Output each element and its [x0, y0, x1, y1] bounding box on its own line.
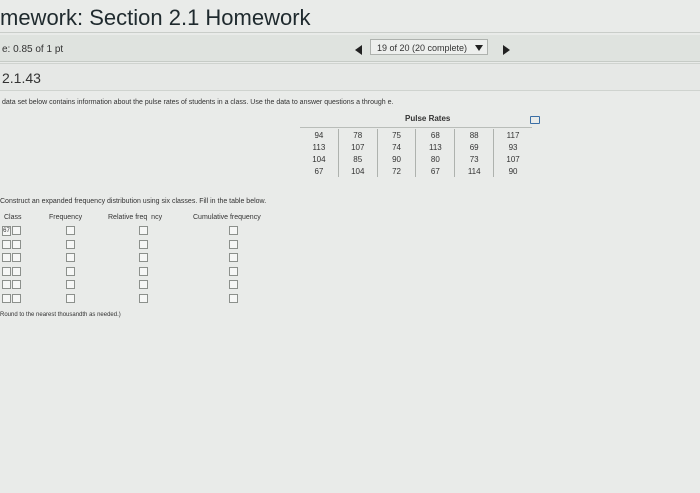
pulse-rates-table: 94 78 75 68 88 117 113 107 74 113 69 93 … — [300, 129, 532, 177]
question-selector[interactable]: 19 of 20 (20 complete) — [370, 39, 488, 55]
class-upper-input[interactable] — [12, 253, 21, 262]
table-cell: 117 — [506, 130, 520, 140]
frequency-input[interactable] — [66, 253, 75, 262]
part-instruction: Construct an expanded frequency distribu… — [0, 198, 267, 205]
table-row: 104 85 90 80 73 107 — [300, 153, 532, 165]
class-lower-input[interactable] — [2, 240, 11, 249]
previous-question-icon[interactable] — [355, 45, 362, 55]
relative-frequency-input[interactable] — [139, 240, 148, 249]
class-lower-input[interactable] — [2, 253, 11, 262]
relative-frequency-input[interactable] — [139, 253, 148, 262]
table-row: 94 78 75 68 88 117 — [300, 129, 532, 141]
next-question-icon[interactable] — [503, 45, 510, 55]
table-cell: 67 — [300, 165, 339, 177]
column-header-frequency: Frequency — [49, 214, 83, 221]
table-cell: 67 — [415, 165, 456, 177]
cumulative-frequency-input[interactable] — [229, 280, 238, 289]
rounding-footnote: Round to the nearest thousandth as neede… — [0, 312, 121, 318]
relative-frequency-input[interactable] — [139, 267, 148, 276]
table-cell: 107 — [338, 141, 378, 153]
class-upper-input[interactable] — [12, 226, 21, 235]
table-row: 67 104 72 67 114 90 — [300, 165, 532, 177]
table-cell: 69 — [454, 141, 495, 153]
pulse-table-title: Pulse Rates — [405, 114, 451, 123]
column-header-cumulative-frequency: Cumulative frequency — [193, 214, 261, 221]
class-lower-input[interactable] — [2, 280, 11, 289]
table-cell: 73 — [454, 153, 495, 165]
class-upper-input[interactable] — [12, 267, 21, 276]
frequency-input[interactable] — [66, 267, 75, 276]
first-class-lower-limit: 67 — [2, 226, 11, 236]
cumulative-frequency-input[interactable] — [229, 226, 238, 235]
class-upper-input[interactable] — [12, 240, 21, 249]
table-row: 113 107 74 113 69 93 — [300, 141, 532, 153]
assignment-title: mework: Section 2.1 Homework — [0, 5, 311, 30]
table-cell: 74 — [377, 141, 417, 153]
relative-frequency-input[interactable] — [139, 294, 148, 303]
title-divider — [0, 32, 700, 33]
class-upper-input[interactable] — [12, 294, 21, 303]
class-lower-input[interactable] — [2, 267, 11, 276]
table-cell: 114 — [454, 165, 495, 177]
table-cell: 85 — [338, 153, 378, 165]
cumulative-frequency-input[interactable] — [229, 240, 238, 249]
data-table-popout-icon[interactable] — [530, 116, 540, 124]
class-lower-input[interactable] — [2, 294, 11, 303]
table-cell: 104 — [300, 153, 339, 165]
frequency-input[interactable] — [66, 240, 75, 249]
table-cell: 104 — [338, 165, 378, 177]
frequency-input[interactable] — [66, 226, 75, 235]
column-header-relative-frequency: Relative freq ncy — [108, 214, 163, 221]
table-cell: 93 — [508, 142, 518, 152]
table-cell: 72 — [377, 165, 417, 177]
cumulative-frequency-input[interactable] — [229, 253, 238, 262]
table-cell: 94 — [300, 129, 339, 141]
column-header-class: Class — [4, 214, 22, 221]
table-cell: 75 — [377, 129, 417, 141]
cumulative-frequency-input[interactable] — [229, 294, 238, 303]
score-text: e: 0.85 of 1 pt — [2, 44, 64, 55]
table-cell: 113 — [300, 141, 339, 153]
score-bar: e: 0.85 of 1 pt 19 of 20 (20 complete) — [0, 35, 700, 62]
pulse-table-rule — [300, 127, 532, 128]
table-cell: 80 — [415, 153, 456, 165]
question-selector-label: 19 of 20 (20 complete) — [377, 43, 468, 53]
table-cell: 107 — [506, 154, 520, 164]
table-cell: 68 — [415, 129, 456, 141]
relative-frequency-input[interactable] — [139, 280, 148, 289]
question-prompt: data set below contains information abou… — [2, 99, 394, 106]
frequency-input[interactable] — [66, 294, 75, 303]
question-number: 2.1.43 — [2, 70, 41, 86]
table-cell: 90 — [377, 153, 417, 165]
table-cell: 78 — [338, 129, 378, 141]
chevron-down-icon — [475, 45, 483, 51]
question-number-bar: 2.1.43 — [0, 63, 700, 91]
table-cell: 90 — [508, 166, 518, 176]
class-upper-input[interactable] — [12, 280, 21, 289]
table-cell: 88 — [454, 129, 495, 141]
frequency-input[interactable] — [66, 280, 75, 289]
relative-frequency-input[interactable] — [139, 226, 148, 235]
table-cell: 113 — [415, 141, 456, 153]
cumulative-frequency-input[interactable] — [229, 267, 238, 276]
